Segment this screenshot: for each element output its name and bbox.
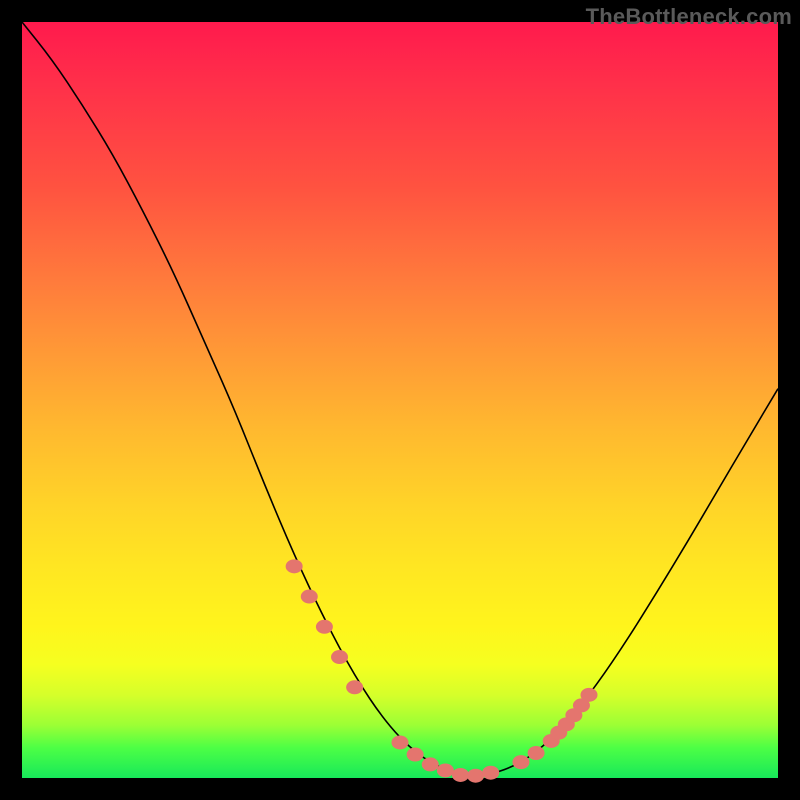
curve-marker bbox=[482, 766, 499, 780]
curve-marker bbox=[437, 763, 454, 777]
curve-marker bbox=[422, 757, 439, 771]
curve-marker bbox=[331, 650, 348, 664]
curve-marker bbox=[512, 755, 529, 769]
curve-marker bbox=[581, 688, 598, 702]
chart-stage: TheBottleneck.com bbox=[0, 0, 800, 800]
curve-marker bbox=[286, 559, 303, 573]
curve-marker bbox=[346, 680, 363, 694]
curve-marker bbox=[316, 620, 333, 634]
plot-area bbox=[22, 22, 778, 778]
curve-marker bbox=[452, 768, 469, 782]
watermark-label: TheBottleneck.com bbox=[586, 4, 792, 30]
bottleneck-curve bbox=[22, 22, 778, 775]
curve-marker bbox=[467, 769, 484, 783]
curve-marker bbox=[407, 748, 424, 762]
marker-group bbox=[286, 559, 598, 782]
curve-marker bbox=[528, 746, 545, 760]
chart-svg bbox=[22, 22, 778, 778]
curve-marker bbox=[301, 590, 318, 604]
curve-marker bbox=[392, 735, 409, 749]
